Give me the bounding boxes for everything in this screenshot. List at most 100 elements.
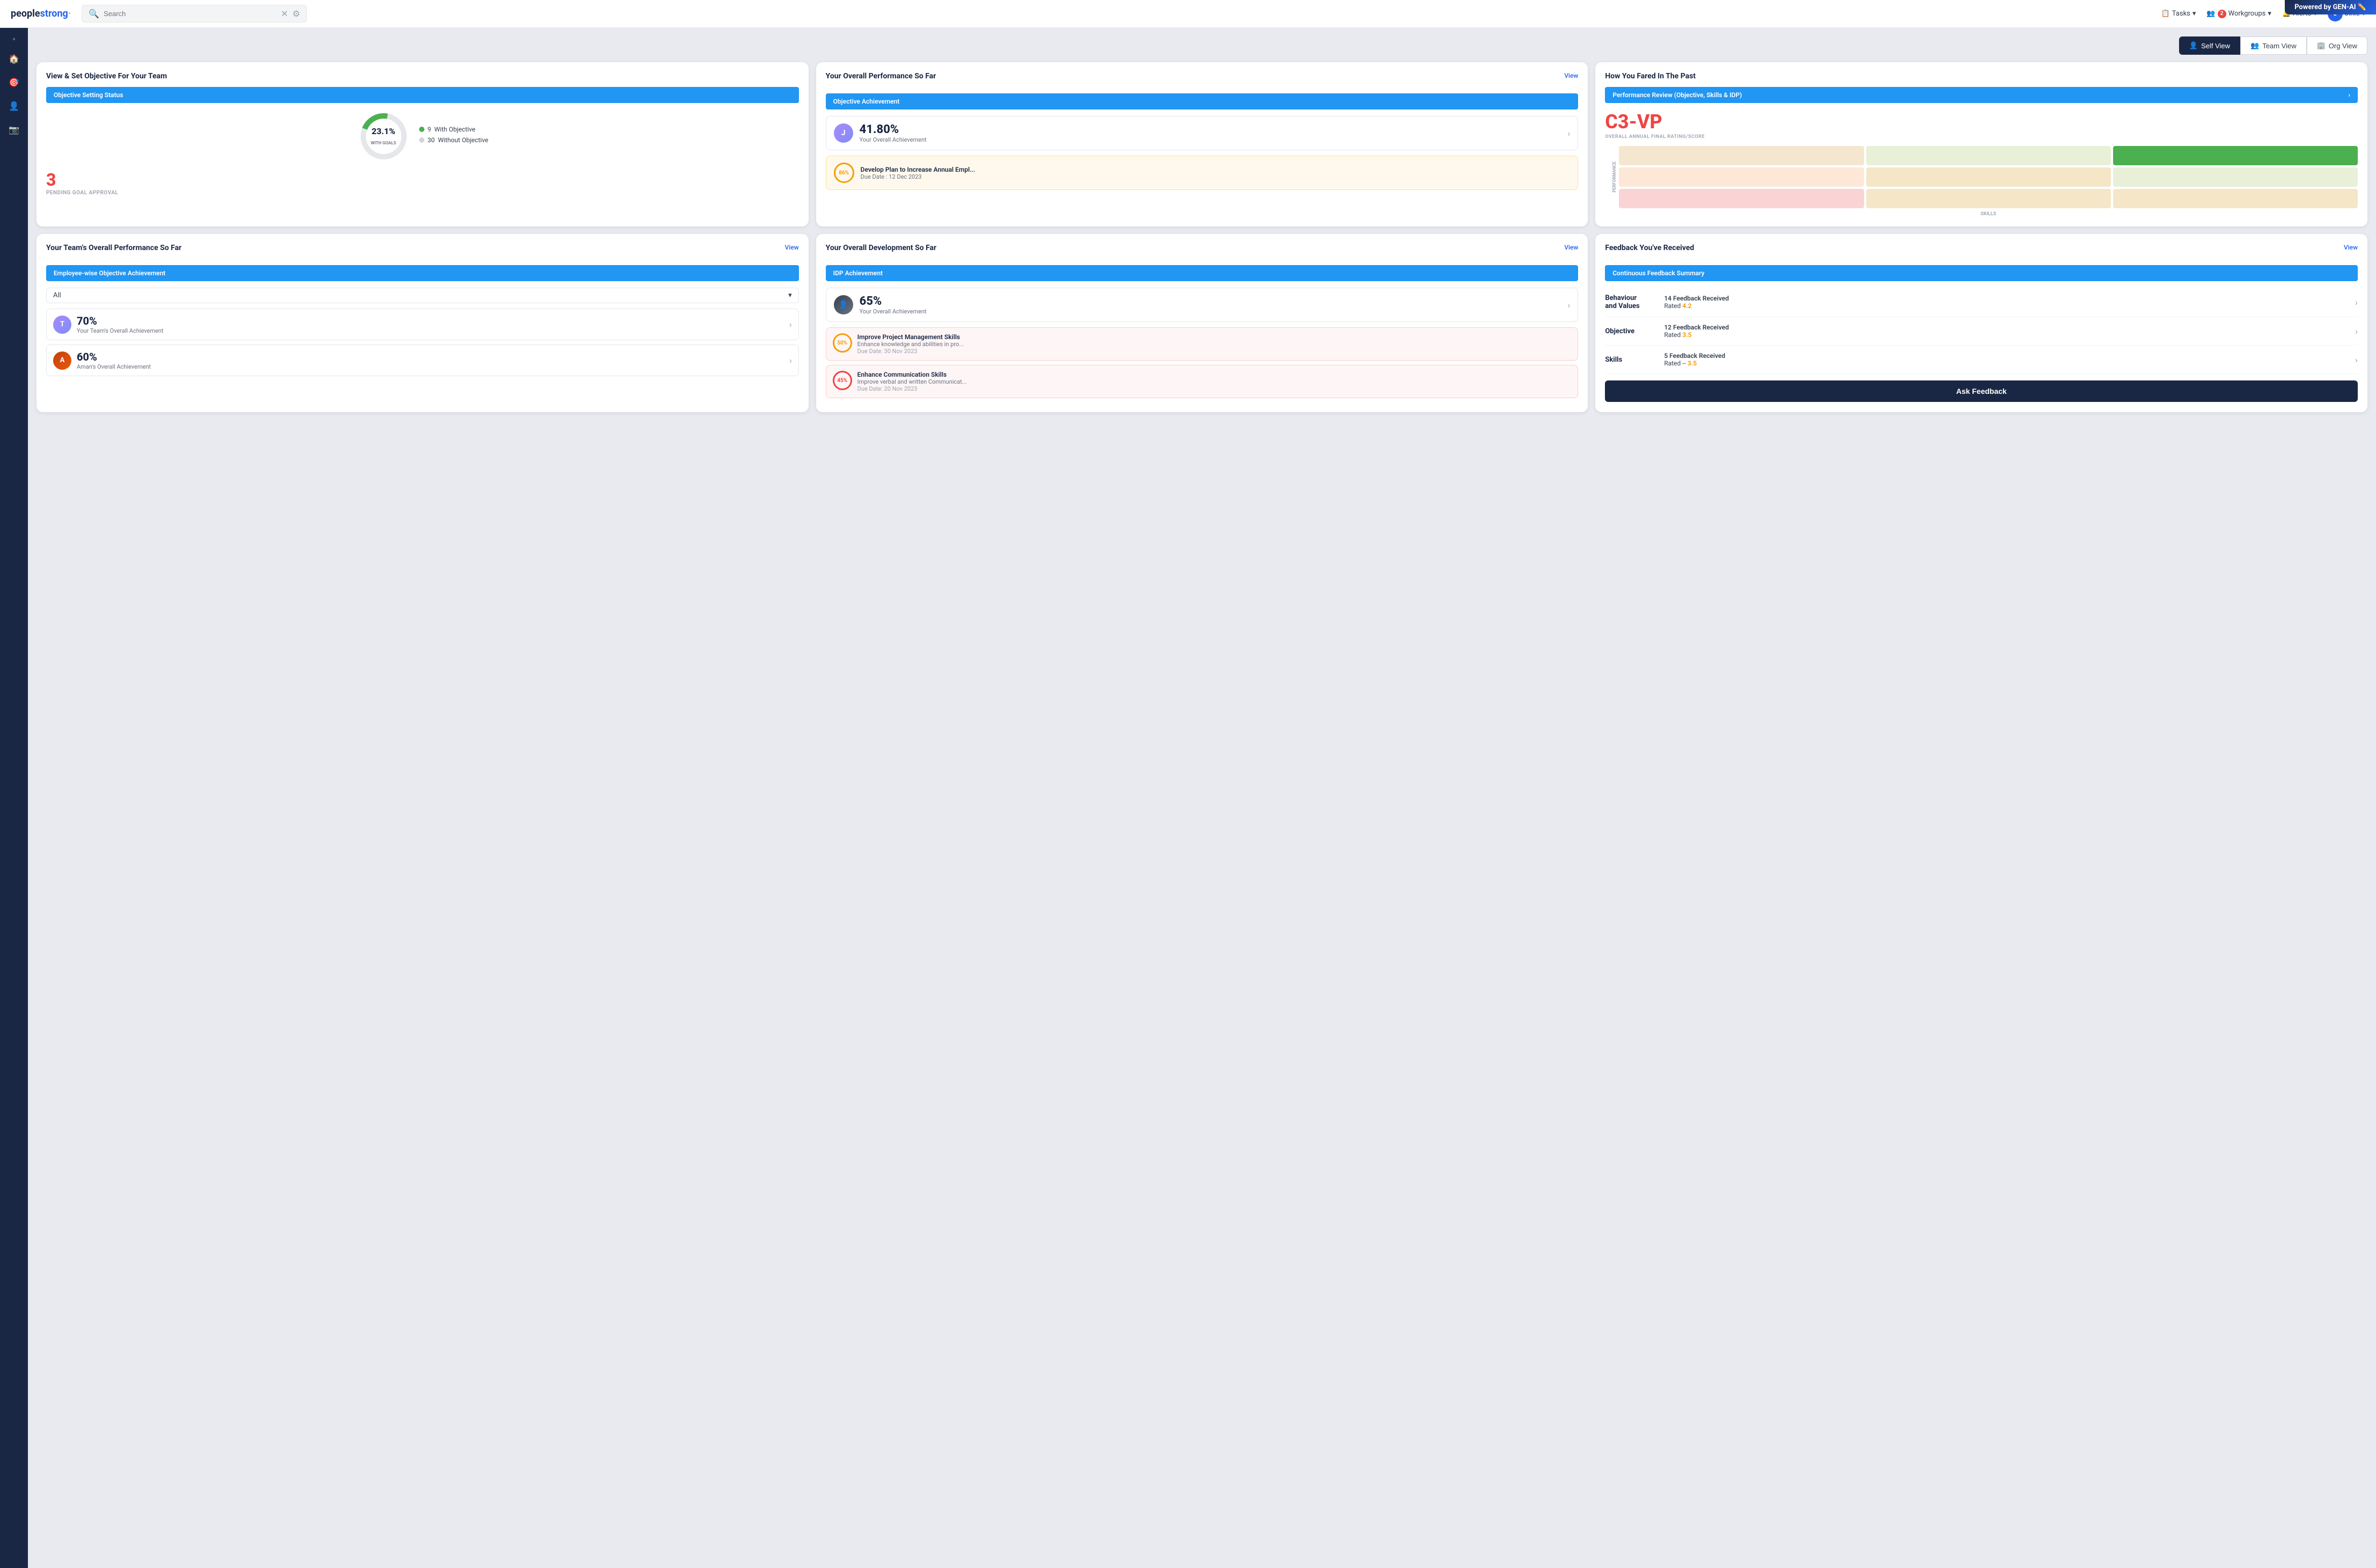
goal-row: 86% Develop Plan to Increase Annual Empl… [826,156,1579,190]
team-sub-1: Aman's Overall Achievement [77,363,151,370]
sidebar-expand-btn[interactable]: » [10,33,17,45]
donut-center: 23.1% WITH GOALS [371,126,396,146]
dropdown-chevron: ▾ [788,291,792,299]
matrix-cell-0-2 [2113,146,2358,165]
legend-without: 30 Without Objective [419,136,488,144]
logo[interactable]: peoplestrong· [11,8,71,19]
feedback-row-2[interactable]: Skills 5 Feedback Received Rated -- 3.5 … [1605,346,2358,374]
team-pct-1: 60% [77,350,151,363]
card5-view-link[interactable]: View [1564,244,1578,251]
dev-goal-1-title: Enhance Communication Skills [857,371,967,378]
dev-goal-1-sub: Improve verbal and written Communicat... [857,378,967,385]
card3-title: How You Fared In The Past [1605,72,2358,80]
team-view-button[interactable]: 👥 Team View [2240,36,2307,55]
dev-goal-1-progress: 45% [833,371,852,390]
dev-goal-0-due: Due Date: 30 Nov 2023 [857,348,964,355]
ask-feedback-button[interactable]: Ask Feedback [1605,380,2358,402]
self-view-button[interactable]: 👤 Self View [2179,36,2240,55]
team-sub-0: Your Team's Overall Achievement [77,327,164,334]
sidebar: » 🏠 🎯 👤 📷 [0,28,28,1568]
team-info-1: 60% Aman's Overall Achievement [77,350,151,370]
feedback-rating-1: Rated 3.5 [1664,331,1729,339]
tasks-nav[interactable]: 📋 Tasks ▾ [2161,10,2196,18]
legend-dot-gray [419,137,424,143]
card4-section-header: Employee-wise Objective Achievement [46,265,799,281]
legend-without-label: Without Objective [438,136,488,144]
card4-header-row: Your Team's Overall Performance So Far V… [46,244,799,259]
navbar: peoplestrong· 🔍 ✕ ⚙ 📋 Tasks ▾ 👥 2 Workgr… [0,0,2376,28]
workgroups-icon: 👥 [2206,10,2215,18]
legend-without-count: 30 [428,136,435,144]
feedback-count-2: 5 Feedback Received [1664,352,1725,360]
sidebar-home-icon[interactable]: 🏠 [4,49,24,68]
sidebar-target-icon[interactable]: 🎯 [4,72,24,92]
card-objective-setting: View & Set Objective For Your Team Objec… [36,62,809,226]
card-how-fared: How You Fared In The Past Performance Re… [1595,62,2367,226]
content-area: 👤 Self View 👥 Team View 🏢 Org View View … [28,28,2376,1568]
feedback-row-1-chevron: › [2355,326,2358,336]
feedback-row-0[interactable]: Behaviourand Values 14 Feedback Received… [1605,288,2358,317]
org-view-button[interactable]: 🏢 Org View [2307,36,2367,55]
workgroups-chevron: ▾ [2268,10,2271,18]
team-avatar-0: T [53,316,71,334]
skills-label: SKILLS [1619,211,2358,217]
feedback-rating-0: Rated 4.2 [1664,302,1729,310]
dev-goal-0-info: Improve Project Management Skills Enhanc… [857,333,964,355]
legend: 9 With Objective 30 Without Objective [419,126,488,147]
matrix-cell-0-0 [1619,146,1864,165]
feedback-rating-2: Rated -- 3.5 [1664,360,1725,367]
donut-label: WITH GOALS [371,141,396,145]
matrix-cell-2-0 [1619,189,1864,208]
card-team-performance: Your Team's Overall Performance So Far V… [36,234,809,412]
achievement-info: 41.80% Your Overall Achievement [860,123,927,143]
perf-label: PERFORMANCE [1605,162,1617,193]
dev-achievement-sub: Your Overall Achievement [860,308,927,315]
achievement-row[interactable]: J 41.80% Your Overall Achievement › [826,116,1579,150]
matrix-cell-1-0 [1619,167,1864,187]
sidebar-person-icon[interactable]: 👤 [4,96,24,115]
search-bar[interactable]: 🔍 ✕ ⚙ [82,5,307,23]
dev-achievement-row[interactable]: 👤 65% Your Overall Achievement › [826,288,1579,322]
achievement-sub: Your Overall Achievement [860,136,927,143]
matrix-cell-0-1 [1866,146,2111,165]
matrix-cell-2-2 [2113,189,2358,208]
pending-number: 3 [46,170,799,190]
goal-due: Due Date : 12 Dec 2023 [861,173,976,180]
card4-dropdown[interactable]: All ▾ [46,288,799,303]
matrix-cell-1-1 [1866,167,2111,187]
rating-score: C3-VP [1605,111,2358,133]
card6-view-link[interactable]: View [2344,244,2358,251]
dev-achievement-chevron: › [1568,300,1571,310]
feedback-count-1: 12 Feedback Received [1664,324,1729,331]
workgroups-badge: 2 [2218,10,2226,18]
filter-icon[interactable]: ⚙ [292,9,300,19]
dev-goal-1-info: Enhance Communication Skills Improve ver… [857,371,967,392]
search-input[interactable] [104,10,276,18]
org-view-icon: 🏢 [2317,41,2326,50]
card4-view-link[interactable]: View [785,244,799,251]
dev-achievement-avatar: 👤 [834,295,853,314]
goal-info: Develop Plan to Increase Annual Empl... … [861,166,976,180]
feedback-type-0: Behaviourand Values [1605,294,1664,310]
cards-grid: View & Set Objective For Your Team Objec… [36,62,2367,412]
view-switcher: 👤 Self View 👥 Team View 🏢 Org View [36,36,2367,55]
close-icon[interactable]: ✕ [281,9,288,19]
feedback-row-2-chevron: › [2355,355,2358,365]
card4-title: Your Team's Overall Performance So Far [46,244,181,252]
legend-dot-green [419,127,424,132]
card6-header-row: Feedback You've Received View [1605,244,2358,259]
card6-title: Feedback You've Received [1605,244,1694,252]
card3-section-header[interactable]: Performance Review (Objective, Skills & … [1605,87,2358,103]
card5-title: Your Overall Development So Far [826,244,937,252]
feedback-type-1: Objective [1605,327,1664,335]
feedback-row-1[interactable]: Objective 12 Feedback Received Rated 3.5… [1605,317,2358,346]
card-development: Your Overall Development So Far View IDP… [816,234,1588,412]
team-avatar-1: A [53,351,71,370]
workgroups-nav[interactable]: 👥 2 Workgroups ▾ [2206,10,2271,18]
search-icon: 🔍 [89,9,99,19]
matrix-grid: PERFORMANCE SKILLS [1605,146,2358,217]
sidebar-photo-icon[interactable]: 📷 [4,120,24,139]
team-row-0[interactable]: T 70% Your Team's Overall Achievement › [46,309,799,340]
team-row-1[interactable]: A 60% Aman's Overall Achievement › [46,345,799,376]
card2-view-link[interactable]: View [1564,72,1578,79]
